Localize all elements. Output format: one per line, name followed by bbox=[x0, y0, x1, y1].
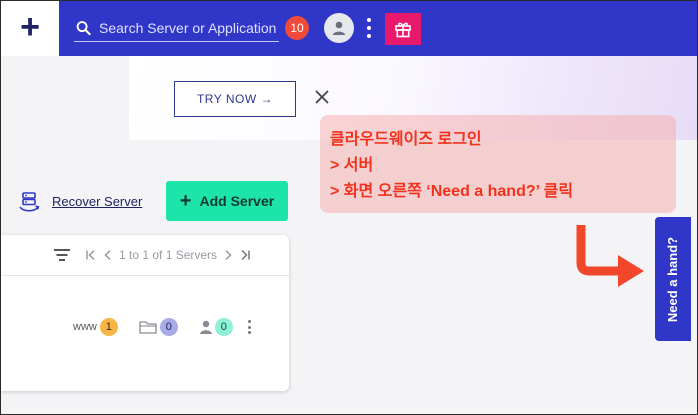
next-page-icon[interactable] bbox=[223, 249, 233, 261]
row-options-icon[interactable] bbox=[248, 320, 252, 334]
pagination: 1 to 1 of 1 Servers bbox=[85, 246, 251, 264]
try-now-button[interactable]: TRY NOW → bbox=[174, 81, 296, 117]
recover-server-icon[interactable] bbox=[17, 190, 41, 214]
app-window: + 10 TRY NOW → bbox=[0, 0, 698, 415]
last-page-icon[interactable] bbox=[239, 249, 251, 261]
annotation-note: 클라우드웨이즈 로그인 > 서버 > 화면 오른쪽 ‘Need a hand?’… bbox=[320, 115, 676, 213]
search-input[interactable] bbox=[99, 20, 279, 36]
server-row-stats: www 1 0 0 bbox=[73, 317, 233, 337]
plus-icon: + bbox=[20, 8, 40, 46]
www-label: www bbox=[73, 321, 97, 333]
search-bar[interactable] bbox=[74, 15, 279, 42]
pagination-text: 1 to 1 of 1 Servers bbox=[119, 248, 218, 262]
pointer-arrow-icon bbox=[576, 225, 644, 287]
gift-button[interactable] bbox=[385, 13, 421, 45]
close-icon[interactable] bbox=[314, 89, 330, 105]
sort-icon[interactable] bbox=[53, 247, 71, 263]
folder-count-badge[interactable]: 0 bbox=[159, 318, 178, 336]
annotation-line-2: > 서버 bbox=[330, 157, 374, 174]
team-icon bbox=[199, 320, 212, 334]
team-count-badge[interactable]: 0 bbox=[214, 318, 233, 336]
user-avatar[interactable] bbox=[324, 13, 354, 43]
user-icon bbox=[332, 21, 346, 35]
add-server-button[interactable]: + Add Server bbox=[166, 181, 288, 221]
annotation-line-3: > 화면 오른쪽 ‘Need a hand?’ 클릭 bbox=[330, 183, 574, 200]
recover-server-link[interactable]: Recover Server bbox=[52, 194, 142, 209]
add-new-button[interactable]: + bbox=[1, 1, 59, 56]
add-server-label: Add Server bbox=[199, 193, 275, 209]
gift-icon bbox=[395, 22, 411, 38]
folder-icon bbox=[139, 321, 157, 334]
plus-icon: + bbox=[179, 190, 192, 212]
servers-panel: 1 to 1 of 1 Servers www 1 0 0 bbox=[1, 235, 289, 391]
top-navigation-bar: + 10 bbox=[1, 1, 697, 56]
notification-badge[interactable]: 10 bbox=[285, 16, 309, 40]
app-count-badge[interactable]: 1 bbox=[99, 318, 118, 336]
need-a-hand-label: Need a hand? bbox=[665, 236, 681, 322]
annotation-line-1: 클라우드웨이즈 로그인 bbox=[330, 131, 482, 148]
servers-panel-header: 1 to 1 of 1 Servers bbox=[1, 235, 289, 276]
prev-page-icon[interactable] bbox=[103, 249, 113, 261]
need-a-hand-tab[interactable]: Need a hand? bbox=[655, 217, 691, 341]
more-options-icon[interactable] bbox=[365, 16, 373, 40]
first-page-icon[interactable] bbox=[85, 249, 97, 261]
search-icon bbox=[76, 21, 91, 36]
